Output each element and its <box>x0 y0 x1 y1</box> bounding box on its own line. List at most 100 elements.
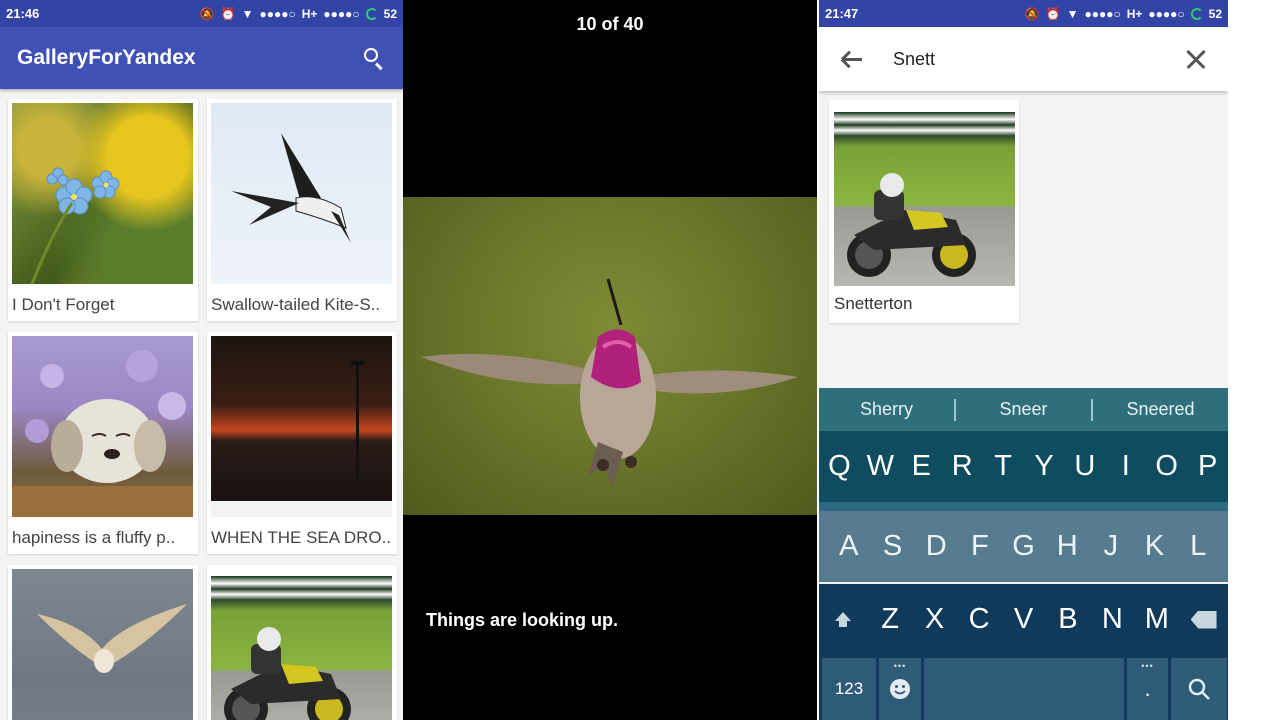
gallery-caption: hapiness is a fluffy p.. <box>12 528 176 547</box>
search-icon <box>1188 678 1210 700</box>
suggestion-item[interactable]: Sneered <box>1093 399 1228 420</box>
key[interactable]: V <box>1001 603 1045 636</box>
magnifier-handle <box>374 62 383 71</box>
image-counter: 10 of 40 <box>576 14 644 34</box>
key[interactable]: W <box>860 450 901 483</box>
key[interactable]: F <box>958 530 1002 563</box>
key[interactable]: R <box>942 450 983 483</box>
gallery-card[interactable] <box>207 565 397 720</box>
key[interactable]: P <box>1187 450 1228 483</box>
gallery-screen: 21:46 🔕 ⏰ ▼ ●●●●○ H+ ●●●●○ 52 GalleryFor… <box>0 0 403 720</box>
keyboard-row-gap <box>819 502 1228 511</box>
backspace-key[interactable] <box>1179 610 1228 629</box>
close-icon[interactable] <box>1186 49 1206 69</box>
emoji-key[interactable]: ••• <box>879 658 921 720</box>
result-caption: Snetterton <box>834 294 913 313</box>
shift-arrow-icon <box>835 612 852 627</box>
status-time: 21:47 <box>825 6 859 21</box>
suggestion-item[interactable]: Sneer <box>956 399 1091 420</box>
key[interactable]: C <box>957 603 1001 636</box>
emoji-icon <box>890 679 910 699</box>
viewer-photo[interactable] <box>403 197 817 515</box>
period-key-label: . <box>1144 676 1151 701</box>
space-key[interactable] <box>924 658 1124 720</box>
gallery-thumbnail[interactable] <box>211 336 392 517</box>
search-icon[interactable] <box>362 46 386 71</box>
gallery-card[interactable]: WHEN THE SEA DRO.. <box>207 332 397 554</box>
key[interactable]: I <box>1105 450 1146 483</box>
image-caption: Things are looking up. <box>426 610 619 630</box>
image-viewer-screen: 10 of 40 Things are looking up. <box>403 0 817 720</box>
key[interactable]: E <box>901 450 942 483</box>
numbers-key[interactable]: 123 <box>822 658 876 720</box>
search-bar: Snett <box>819 27 1228 91</box>
search-result-card[interactable]: Snetterton <box>829 100 1019 323</box>
period-key[interactable]: ••• . <box>1127 658 1168 720</box>
gallery-card[interactable] <box>8 565 198 720</box>
gallery-grid: I Don't Forget Swallow-tailed Kite-S.. h… <box>0 89 403 720</box>
alarm-icon: ⏰ <box>1045 6 1061 21</box>
gallery-card[interactable]: I Don't Forget <box>8 99 198 321</box>
search-key[interactable] <box>1171 658 1227 720</box>
gallery-thumbnail[interactable] <box>12 336 193 517</box>
gallery-card[interactable]: hapiness is a fluffy p.. <box>8 332 198 554</box>
keyboard-row-2: A S D F G H J K L <box>819 511 1228 582</box>
search-screen: 21:47 🔕 ⏰ ▼ ●●●●○ H+ ●●●●○ 52 Snett Snet… <box>819 0 1228 720</box>
suggestion-strip: Sherry Sneer Sneered <box>819 388 1228 431</box>
key[interactable]: A <box>827 530 871 563</box>
app-title: GalleryForYandex <box>17 46 196 69</box>
battery-icon <box>1190 7 1203 20</box>
magnifier-lens <box>364 48 378 62</box>
arrow-back-icon[interactable] <box>841 49 863 69</box>
backspace-icon <box>1190 610 1217 629</box>
key[interactable]: N <box>1090 603 1134 636</box>
key[interactable]: G <box>1002 530 1046 563</box>
mute-icon: 🔕 <box>199 6 215 21</box>
gallery-caption: WHEN THE SEA DRO.. <box>211 528 392 547</box>
gallery-thumbnail[interactable] <box>211 103 392 284</box>
status-bar: 21:47 🔕 ⏰ ▼ ●●●●○ H+ ●●●●○ 52 <box>819 0 1228 27</box>
arrow-shaft <box>843 58 862 61</box>
shift-key[interactable] <box>819 612 868 627</box>
gallery-card[interactable]: Swallow-tailed Kite-S.. <box>207 99 397 321</box>
status-bar: 21:46 🔕 ⏰ ▼ ●●●●○ H+ ●●●●○ 52 <box>0 0 403 27</box>
wifi-icon: ▼ <box>1066 6 1079 21</box>
key[interactable]: M <box>1135 603 1179 636</box>
emoji-key-dots: ••• <box>893 661 907 671</box>
mute-icon: 🔕 <box>1024 6 1040 21</box>
search-input[interactable]: Snett <box>893 49 935 70</box>
key[interactable]: U <box>1064 450 1105 483</box>
suggestion-item[interactable]: Sherry <box>819 399 954 420</box>
gallery-thumbnail[interactable] <box>12 569 193 720</box>
app-bar: GalleryForYandex <box>0 27 403 89</box>
signal-icon-2: ●●●●○ <box>1148 6 1185 21</box>
key[interactable]: H <box>1045 530 1089 563</box>
owl-image <box>37 604 187 673</box>
result-thumbnail[interactable] <box>834 105 1015 286</box>
key[interactable]: S <box>871 530 915 563</box>
hummingbird-image <box>421 278 798 487</box>
key[interactable]: B <box>1046 603 1090 636</box>
battery-icon <box>365 7 378 20</box>
key[interactable]: D <box>914 530 958 563</box>
key[interactable]: Q <box>819 450 860 483</box>
alarm-icon: ⏰ <box>220 6 236 21</box>
key[interactable]: J <box>1089 530 1133 563</box>
gallery-caption: Swallow-tailed Kite-S.. <box>211 295 381 314</box>
key[interactable]: L <box>1176 530 1220 563</box>
keyboard-row-1: Q W E R T Y U I O P <box>819 431 1228 502</box>
signal-icon: ●●●●○ <box>259 6 296 21</box>
gallery-thumbnail[interactable] <box>12 103 193 284</box>
key[interactable]: Z <box>868 603 912 636</box>
key[interactable]: O <box>1146 450 1187 483</box>
key[interactable]: X <box>912 603 956 636</box>
key[interactable]: Y <box>1024 450 1065 483</box>
gallery-thumbnail[interactable] <box>211 569 392 720</box>
battery-level: 52 <box>383 6 397 21</box>
key[interactable]: K <box>1133 530 1177 563</box>
status-icons: 🔕 ⏰ ▼ ●●●●○ H+ ●●●●○ 52 <box>200 7 397 21</box>
motorcycle-image <box>224 627 351 720</box>
network-type: H+ <box>1126 6 1143 21</box>
wifi-icon: ▼ <box>241 6 254 21</box>
key[interactable]: T <box>983 450 1024 483</box>
